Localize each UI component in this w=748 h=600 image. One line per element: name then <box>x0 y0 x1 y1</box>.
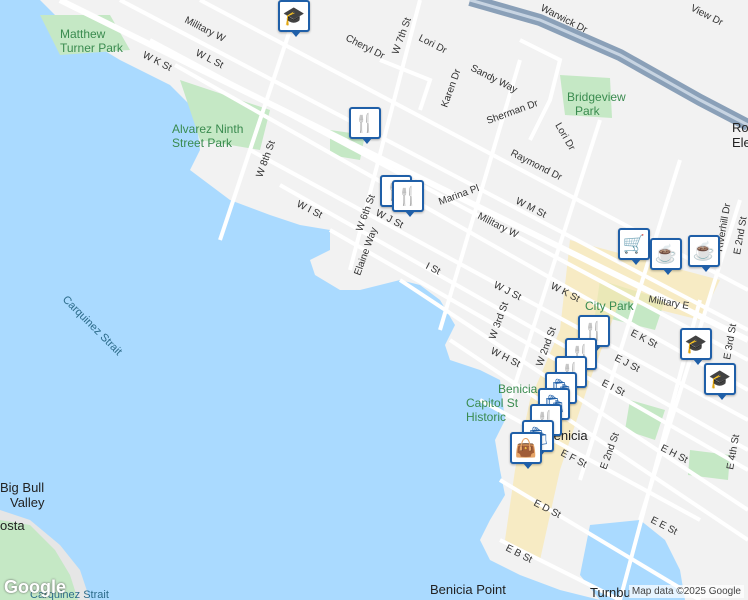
bag-icon: 👜 <box>514 437 538 458</box>
label-city-park: City Park <box>585 299 635 313</box>
label-matthew-turner-park-1: Matthew <box>60 27 106 41</box>
label-benicia-capitol-1: Benicia <box>498 382 538 396</box>
school-icon: 🎓 <box>684 333 708 354</box>
label-elementary-1: Ro <box>732 120 748 135</box>
cart-icon: 🛒 <box>622 233 646 254</box>
label-elementary-2: Eleme <box>732 135 748 150</box>
school-marker[interactable]: 🎓 <box>704 363 736 400</box>
label-alvarez-park-1: Alvarez Ninth <box>172 122 243 136</box>
restaurant-icon: 🍴 <box>396 185 420 206</box>
school-marker[interactable]: 🎓 <box>278 0 310 37</box>
label-benicia-capitol-3: Historic <box>466 410 506 424</box>
label-turnbull: Turnbu <box>590 585 631 600</box>
restaurant-icon: 🍴 <box>353 112 377 133</box>
label-alvarez-park-2: Street Park <box>172 136 233 150</box>
cart-marker[interactable]: 🛒 <box>618 228 650 265</box>
restaurant-marker[interactable]: 🍴 <box>349 107 381 144</box>
school-icon: 🎓 <box>282 5 306 26</box>
cafe-icon: ☕ <box>654 243 678 264</box>
label-benicia-point: Benicia Point <box>430 582 506 597</box>
label-big-bull-1: Big Bull <box>0 480 44 495</box>
cafe-marker[interactable]: ☕ <box>650 238 682 275</box>
label-benicia-capitol-2: Capitol St <box>466 396 519 410</box>
map-attribution[interactable]: Map data ©2025 Google <box>628 585 744 598</box>
label-costa: osta <box>0 518 25 533</box>
label-bridgeview-park-2: Park <box>575 104 601 118</box>
map-canvas[interactable]: Military W Cheryl Dr Lori Dr W 7th St Wa… <box>0 0 748 600</box>
google-logo: Google <box>4 577 66 597</box>
school-icon: 🎓 <box>708 368 732 389</box>
cafe-icon: ☕ <box>692 240 716 261</box>
label-big-bull-2: Valley <box>10 495 45 510</box>
label-matthew-turner-park-2: Turner Park <box>60 41 124 55</box>
bag-marker[interactable]: 👜 <box>510 432 542 469</box>
school-marker[interactable]: 🎓 <box>680 328 712 365</box>
label-bridgeview-park-1: Bridgeview <box>567 90 626 104</box>
restaurant-marker[interactable]: 🍴 <box>392 180 424 217</box>
cafe-marker[interactable]: ☕ <box>688 235 720 272</box>
